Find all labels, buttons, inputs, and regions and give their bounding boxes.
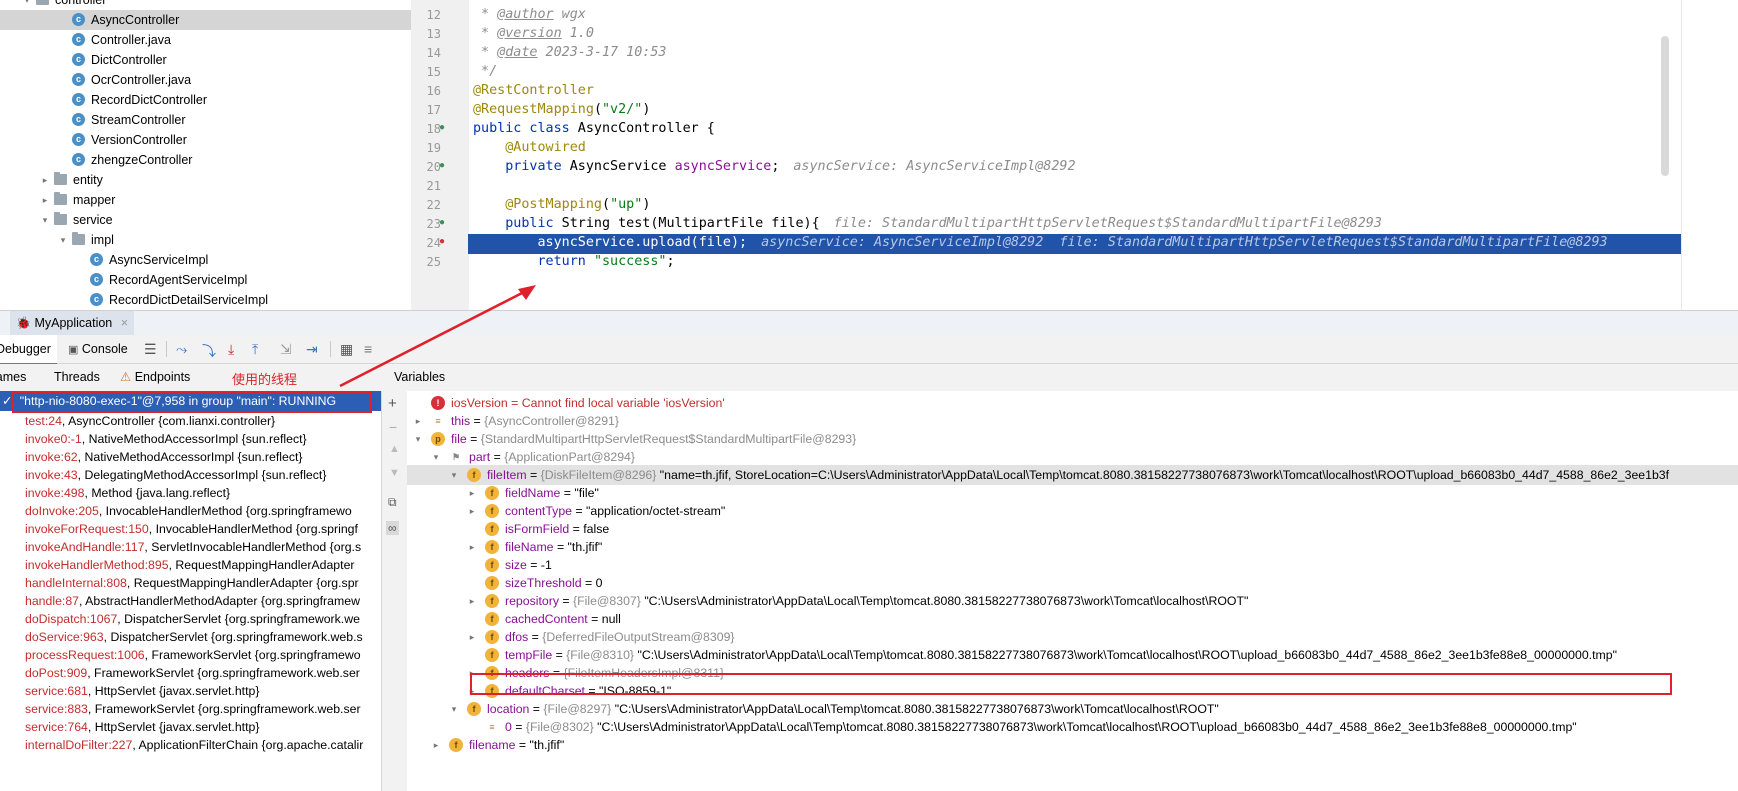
annotation-arrow <box>339 285 536 388</box>
